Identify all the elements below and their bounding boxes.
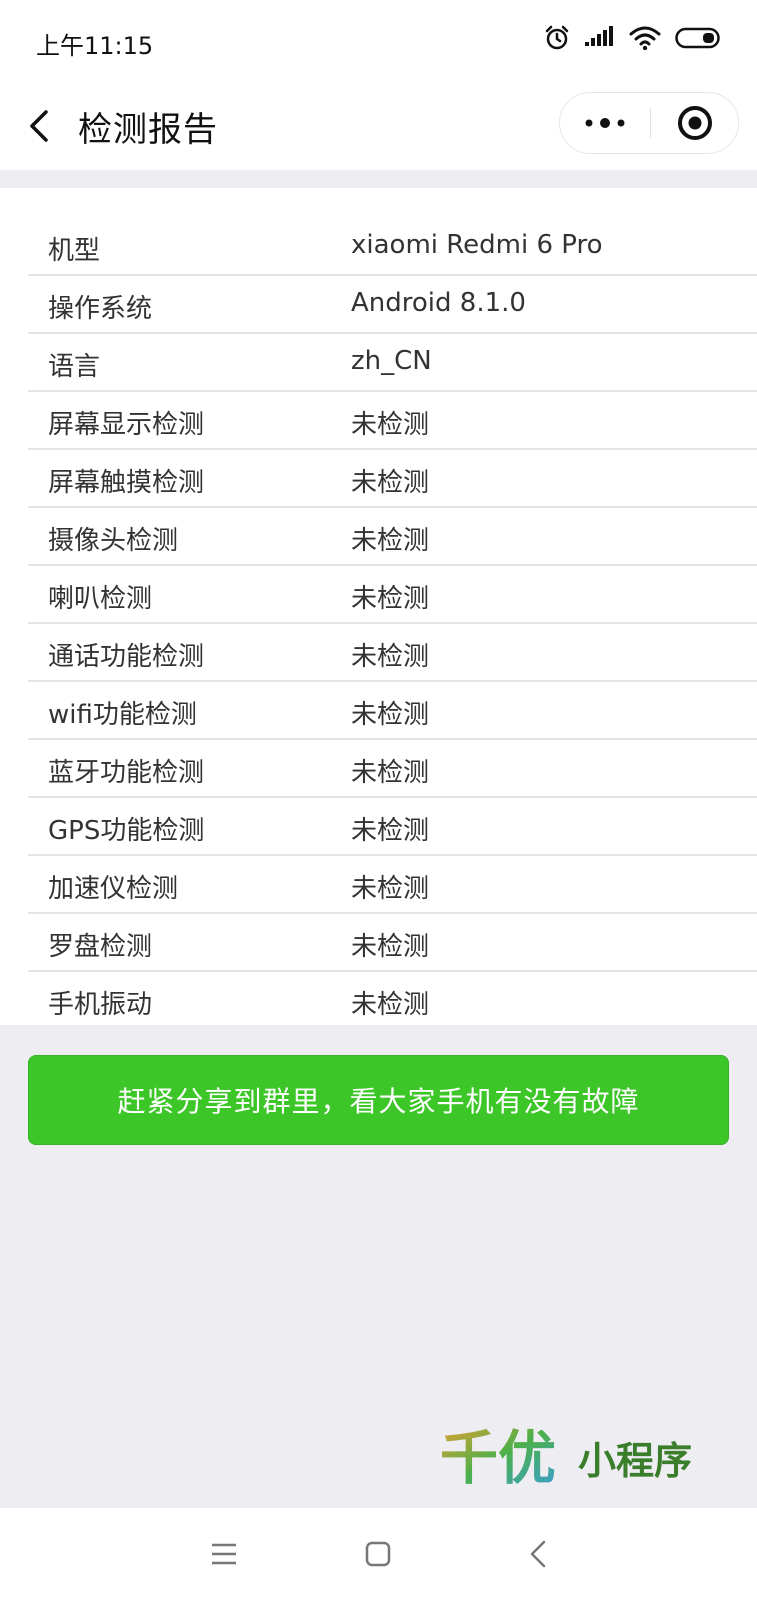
row-value: 未检测 <box>351 584 430 614</box>
row-value: zh_CN <box>351 346 432 376</box>
row-value: 未检测 <box>351 932 430 962</box>
row-label: 屏幕触摸检测 <box>48 468 205 498</box>
back-button[interactable] <box>20 104 64 148</box>
menu-icon <box>212 1543 236 1565</box>
report-row: 加速仪检测 未检测 <box>28 856 757 914</box>
svg-text:千优: 千优 <box>440 1424 556 1492</box>
report-row: 罗盘检测 未检测 <box>28 914 757 972</box>
row-label: 罗盘检测 <box>48 932 153 962</box>
report-row: 手机振动 未检测 <box>28 972 757 1030</box>
report-row: 操作系统 Android 8.1.0 <box>28 276 757 334</box>
row-value: 未检测 <box>351 642 430 672</box>
row-value: 未检测 <box>351 700 430 730</box>
row-value: Android 8.1.0 <box>351 288 526 318</box>
row-label: wifi功能检测 <box>48 700 197 730</box>
row-label: 摄像头检测 <box>48 526 179 556</box>
row-value: 未检测 <box>351 758 430 788</box>
system-nav-bar <box>0 1508 757 1600</box>
status-time: 上午11:15 <box>36 32 154 60</box>
more-button[interactable] <box>560 93 650 153</box>
svg-text:小程序: 小程序 <box>578 1438 692 1483</box>
back-icon <box>530 1540 546 1568</box>
row-value: 未检测 <box>351 468 430 498</box>
row-value: 未检测 <box>351 410 430 440</box>
report-row: 喇叭检测 未检测 <box>28 566 757 624</box>
row-label: GPS功能检测 <box>48 816 205 846</box>
row-value: 未检测 <box>351 816 430 846</box>
row-value: 未检测 <box>351 874 430 904</box>
menu-button[interactable] <box>208 1538 240 1570</box>
row-label: 机型 <box>48 236 101 266</box>
row-label: 语言 <box>48 352 101 382</box>
page-title: 检测报告 <box>78 110 218 150</box>
row-value: xiaomi Redmi 6 Pro <box>351 230 603 260</box>
report-card: 机型 xiaomi Redmi 6 Pro 操作系统 Android 8.1.0 语言 z… <box>0 188 757 1025</box>
row-label: 喇叭检测 <box>48 584 153 614</box>
home-icon <box>365 1541 391 1567</box>
report-row: 摄像头检测 未检测 <box>28 508 757 566</box>
report-row: 语言 zh_CN <box>28 334 757 392</box>
miniprogram-close-icon <box>678 106 712 140</box>
more-dots-icon <box>585 118 625 128</box>
row-label: 操作系统 <box>48 294 153 324</box>
row-label: 通话功能检测 <box>48 642 205 672</box>
report-row: 屏幕显示检测 未检测 <box>28 392 757 450</box>
row-value: 未检测 <box>351 526 430 556</box>
system-back-button[interactable] <box>522 1536 554 1572</box>
alarm-icon <box>543 24 571 56</box>
row-label: 屏幕显示检测 <box>48 410 205 440</box>
report-row: 屏幕触摸检测 未检测 <box>28 450 757 508</box>
row-value: 未检测 <box>351 990 430 1020</box>
report-row: 蓝牙功能检测 未检测 <box>28 740 757 798</box>
report-row: 通话功能检测 未检测 <box>28 624 757 682</box>
close-miniprogram-button[interactable] <box>651 93 739 153</box>
report-row: 机型 xiaomi Redmi 6 Pro <box>28 218 757 276</box>
row-label: 手机振动 <box>48 990 153 1020</box>
home-button[interactable] <box>362 1538 394 1570</box>
signal-icon <box>585 26 615 54</box>
status-bar: 上午11:15 <box>0 0 757 82</box>
battery-icon <box>675 26 723 54</box>
row-label: 蓝牙功能检测 <box>48 758 205 788</box>
capsule-menu <box>559 92 739 154</box>
watermark-logo: 千优 小程序 <box>440 1422 740 1502</box>
status-icons <box>543 24 723 56</box>
report-row: GPS功能检测 未检测 <box>28 798 757 856</box>
report-table: 机型 xiaomi Redmi 6 Pro 操作系统 Android 8.1.0 语言 z… <box>28 218 757 1030</box>
chevron-left-icon <box>30 110 48 142</box>
wifi-icon <box>629 25 661 55</box>
share-button[interactable]: 赶紧分享到群里，看大家手机有没有故障 <box>28 1055 729 1145</box>
row-label: 加速仪检测 <box>48 874 179 904</box>
report-row: wifi功能检测 未检测 <box>28 682 757 740</box>
nav-bar: 检测报告 <box>0 82 757 170</box>
